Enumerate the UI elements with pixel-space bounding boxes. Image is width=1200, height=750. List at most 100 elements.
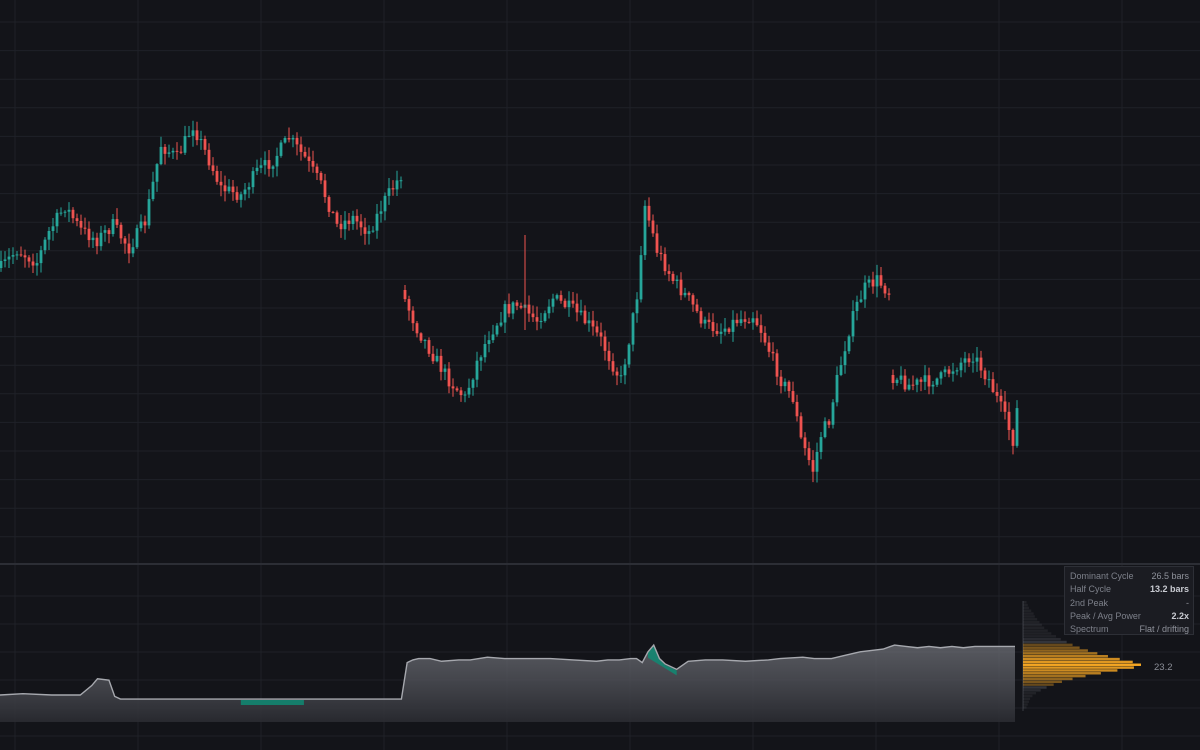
candle-body bbox=[115, 219, 119, 225]
candle-body bbox=[787, 381, 791, 392]
chart-canvas bbox=[0, 0, 1200, 750]
candle-body bbox=[807, 448, 811, 461]
candle-body bbox=[1011, 430, 1015, 446]
candle-body bbox=[43, 239, 47, 251]
histogram-bar bbox=[1023, 691, 1036, 695]
candle-body bbox=[335, 212, 339, 224]
candle-body bbox=[55, 212, 59, 227]
candle-body bbox=[443, 368, 447, 372]
candle-body bbox=[435, 355, 439, 362]
candle-body bbox=[23, 255, 27, 258]
candle-body bbox=[955, 370, 959, 372]
candle-body bbox=[891, 375, 895, 383]
candle-body bbox=[323, 180, 327, 198]
candle-body bbox=[455, 388, 459, 391]
candle-body bbox=[651, 220, 655, 234]
candle-body bbox=[439, 355, 443, 372]
candle-body bbox=[863, 282, 867, 300]
candle-body bbox=[39, 250, 43, 264]
candle-body bbox=[175, 150, 179, 152]
candlestick-chart bbox=[0, 120, 1019, 483]
candle-body bbox=[575, 303, 579, 313]
candle-body bbox=[123, 238, 127, 244]
candle-body bbox=[83, 227, 87, 229]
info-row-peak-avg-power: Peak / Avg Power 2.2x bbox=[1070, 610, 1189, 623]
candle-body bbox=[559, 295, 563, 301]
candle-body bbox=[639, 255, 643, 300]
candle-body bbox=[935, 378, 939, 385]
candle-body bbox=[567, 300, 571, 308]
candle-body bbox=[675, 279, 679, 281]
histogram-bar bbox=[1023, 626, 1045, 630]
candle-body bbox=[603, 336, 607, 351]
candle-body bbox=[839, 365, 843, 375]
candle-body bbox=[275, 155, 279, 167]
candle-body bbox=[731, 319, 735, 332]
candle-body bbox=[591, 320, 595, 327]
candle-body bbox=[135, 228, 139, 248]
candle-body bbox=[915, 379, 919, 385]
candle-body bbox=[515, 302, 519, 306]
info-label: Peak / Avg Power bbox=[1070, 610, 1141, 621]
histogram-bar bbox=[1023, 686, 1047, 689]
histogram-bar bbox=[1023, 672, 1101, 675]
histogram-bar bbox=[1023, 680, 1062, 684]
candle-body bbox=[611, 361, 615, 372]
candle-body bbox=[995, 392, 999, 396]
candle-body bbox=[827, 421, 831, 425]
candle-body bbox=[927, 375, 931, 387]
histogram-bar bbox=[1023, 649, 1088, 652]
candle-body bbox=[251, 171, 255, 188]
candle-body bbox=[763, 332, 767, 343]
candle-body bbox=[199, 138, 203, 141]
histogram-bar bbox=[1023, 663, 1141, 666]
candle-body bbox=[607, 350, 611, 362]
candle-body bbox=[503, 304, 507, 323]
cycle-info-panel: Dominant Cycle 26.5 bars Half Cycle 13.2… bbox=[1064, 566, 1194, 635]
candle-body bbox=[163, 146, 167, 154]
candle-body bbox=[231, 186, 235, 193]
histogram-bar bbox=[1023, 666, 1134, 669]
histogram-bar bbox=[1023, 697, 1031, 701]
candle-body bbox=[943, 369, 947, 373]
candle-body bbox=[295, 137, 299, 145]
candle-body bbox=[183, 136, 187, 153]
candle-body bbox=[363, 227, 367, 234]
candle-body bbox=[679, 279, 683, 296]
candle-body bbox=[15, 254, 19, 256]
candle-body bbox=[771, 351, 775, 354]
candle-body bbox=[167, 152, 171, 154]
info-value: - bbox=[1186, 597, 1189, 608]
candle-body bbox=[147, 199, 151, 226]
candle-body bbox=[267, 160, 271, 169]
candle-body bbox=[259, 165, 263, 168]
candle-body bbox=[207, 149, 211, 166]
candle-body bbox=[779, 376, 783, 387]
candle-body bbox=[991, 379, 995, 393]
candle-body bbox=[543, 313, 547, 321]
candle-body bbox=[47, 230, 51, 240]
histogram-bar bbox=[1023, 669, 1118, 672]
candle-body bbox=[127, 243, 131, 254]
histogram-bar bbox=[1023, 635, 1057, 638]
candle-body bbox=[19, 254, 23, 256]
candle-body bbox=[211, 165, 215, 172]
info-row-half-cycle: Half Cycle 13.2 bars bbox=[1070, 583, 1189, 596]
candle-body bbox=[919, 379, 923, 382]
candle-body bbox=[671, 273, 675, 281]
histogram-bar bbox=[1023, 646, 1080, 649]
candle-body bbox=[495, 325, 499, 335]
candle-body bbox=[79, 220, 83, 228]
histogram-bar bbox=[1023, 609, 1032, 612]
candle-body bbox=[367, 231, 371, 234]
candle-body bbox=[655, 233, 659, 253]
candle-body bbox=[463, 394, 467, 396]
candle-body bbox=[907, 384, 911, 390]
candle-body bbox=[99, 232, 103, 247]
candle-body bbox=[819, 437, 823, 452]
candle-body bbox=[287, 138, 291, 140]
candle-body bbox=[315, 166, 319, 173]
candle-body bbox=[859, 299, 863, 302]
info-label: Half Cycle bbox=[1070, 584, 1112, 595]
histogram-bar bbox=[1023, 689, 1041, 692]
